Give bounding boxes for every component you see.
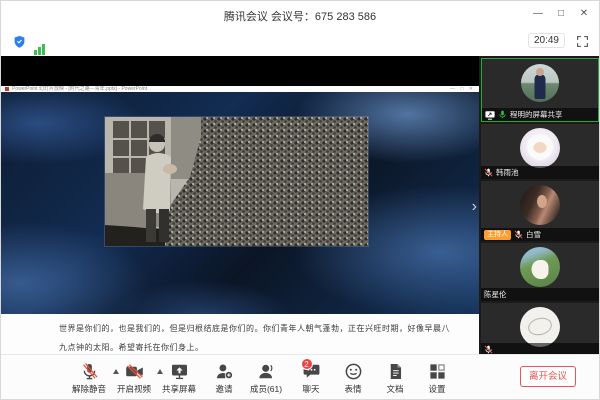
camera-muted-icon (125, 361, 144, 381)
presentation-slide (1, 92, 479, 314)
slide-quote-line1: 世界是你们的，也是我们的，但是归根结底是你们的。你们青年人朝气蓬勃，正在兴旺时期… (59, 323, 465, 334)
security-shield-icon[interactable] (13, 34, 26, 54)
participant-label: 主持人 白雪 (481, 228, 599, 241)
mic-on-icon (498, 110, 507, 119)
emoji-icon (344, 361, 363, 381)
participants-sidebar: 程明的屏幕共享 韩雨池 主持人 白雪 陈星伦 (479, 56, 600, 356)
docs-label: 文档 (386, 383, 403, 395)
tencent-meeting-window: 腾讯会议 会议号：675 283 586 — □ ✕ 20:49 PowerPo… (0, 0, 600, 400)
document-icon (386, 361, 405, 381)
invite-icon (215, 361, 234, 381)
mic-muted-icon (484, 168, 493, 177)
close-icon[interactable]: ✕ (577, 8, 591, 19)
invite-label: 邀请 (215, 383, 232, 395)
chat-unread-badge: 2 (301, 358, 313, 370)
sidebar-expand-chevron-icon[interactable]: › (472, 199, 477, 215)
participant-tile[interactable]: 陈星伦 (481, 243, 599, 301)
share-screen-label: 共享屏幕 (162, 383, 196, 395)
window-controls: — □ ✕ (531, 8, 591, 19)
slide-quote-line2: 九点钟的太阳。希望寄托在你们身上。 (59, 342, 465, 353)
participant-name: 韩雨池 (496, 167, 519, 178)
screen-share-icon (485, 110, 495, 120)
members-label: 成员(61) (250, 383, 282, 395)
historical-photo (105, 117, 368, 246)
chat-label: 聊天 (302, 383, 319, 395)
avatar (520, 185, 560, 225)
share-screen-button[interactable]: 共享屏幕 (154, 361, 204, 398)
participant-tile[interactable]: 韩雨池 (481, 124, 599, 179)
meeting-toolbar: 解除静音 开启视频 共享屏幕 邀请 成员(61) (1, 354, 599, 399)
avatar (521, 64, 559, 102)
leave-meeting-button[interactable]: 离开会议 (520, 366, 576, 387)
mic-muted-icon (484, 345, 493, 354)
members-icon (257, 361, 276, 381)
settings-button[interactable]: 设置 (412, 361, 462, 398)
participant-name: 白雪 (526, 229, 541, 240)
members-button[interactable]: 成员(61) (241, 361, 291, 398)
window-title: 腾讯会议 会议号：675 283 586 (1, 8, 599, 24)
emoji-label: 表情 (344, 383, 361, 395)
maximize-icon[interactable]: □ (554, 8, 568, 19)
participant-tile-sharing[interactable]: 程明的屏幕共享 (481, 58, 599, 122)
unmute-button[interactable]: 解除静音 (64, 361, 114, 398)
settings-icon (428, 361, 447, 381)
start-video-button[interactable]: 开启视频 (109, 361, 159, 398)
network-signal-icon[interactable] (34, 37, 50, 49)
minimize-icon[interactable]: — (531, 8, 545, 19)
avatar (520, 128, 560, 168)
participant-tile-host[interactable]: 主持人 白雪 (481, 181, 599, 241)
fullscreen-icon[interactable] (576, 35, 589, 53)
window-titlebar: 腾讯会议 会议号：675 283 586 — □ ✕ (1, 1, 599, 29)
unmute-label: 解除静音 (72, 383, 106, 395)
participant-name: 程明的屏幕共享 (510, 109, 563, 120)
participant-name: 陈星伦 (484, 289, 507, 300)
avatar (520, 307, 560, 347)
meeting-status-bar: 20:49 (1, 29, 599, 56)
chat-icon: 2 (302, 361, 321, 381)
settings-label: 设置 (428, 383, 445, 395)
powerpoint-icon (5, 87, 9, 91)
participant-label: 陈星伦 (481, 288, 599, 301)
host-badge: 主持人 (484, 230, 511, 240)
start-video-label: 开启视频 (117, 383, 151, 395)
mic-muted-icon (514, 230, 523, 239)
participant-tile[interactable] (481, 303, 599, 356)
participant-label: 程明的屏幕共享 (482, 108, 598, 121)
share-screen-icon (170, 361, 189, 381)
meeting-time: 20:49 (528, 33, 565, 48)
participant-label: 韩雨池 (481, 166, 599, 179)
mic-muted-icon (80, 361, 99, 381)
avatar (520, 247, 560, 287)
shared-screen-area: PowerPoint 幻灯片放映 - [时代之路－青年.pptx] - Powe… (1, 56, 479, 356)
